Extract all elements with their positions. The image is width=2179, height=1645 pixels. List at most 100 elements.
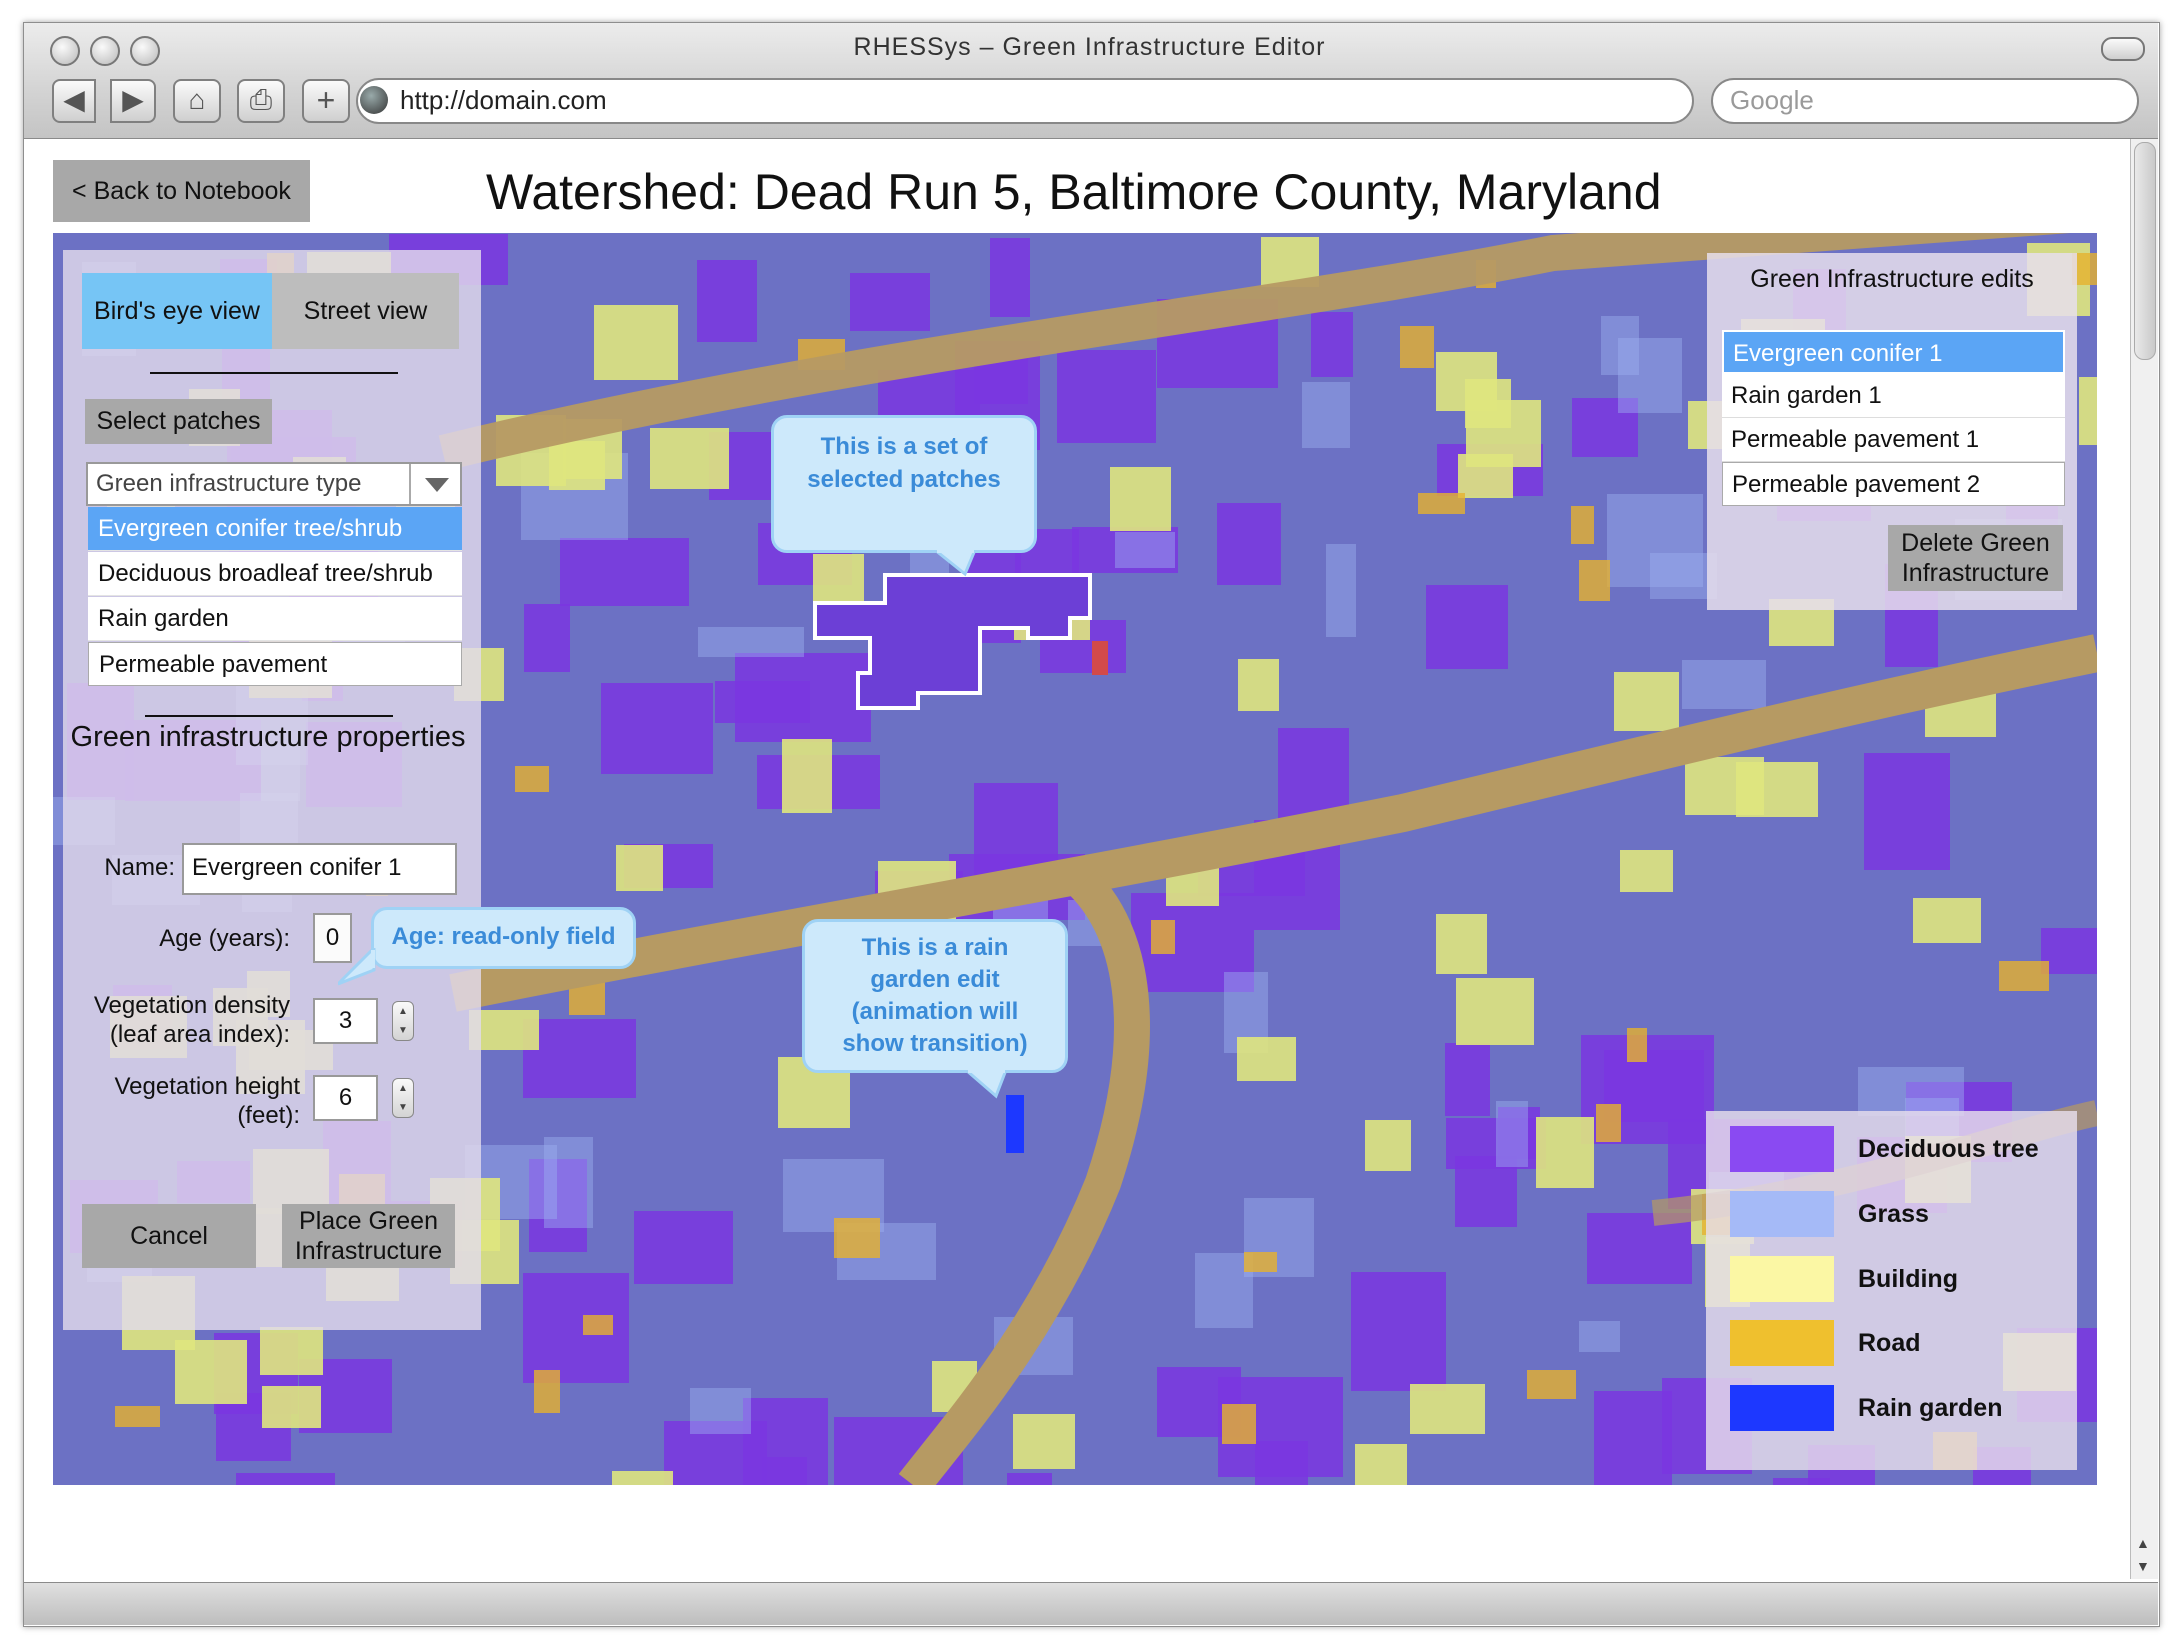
road-patch bbox=[1579, 560, 1610, 601]
print-icon[interactable]: ⎙ bbox=[237, 79, 285, 123]
grass-patch bbox=[1302, 382, 1350, 448]
cancel-button[interactable]: Cancel bbox=[82, 1204, 256, 1268]
globe-icon bbox=[360, 86, 388, 114]
building-patch bbox=[1410, 1384, 1485, 1434]
road-patch bbox=[834, 1218, 880, 1258]
gi-type-option[interactable]: Permeable pavement bbox=[88, 642, 462, 686]
building-patch bbox=[1355, 1444, 1407, 1485]
scroll-up-arrow-icon[interactable]: ▲ bbox=[2136, 1535, 2150, 1551]
deciduous-tree-patch bbox=[524, 604, 570, 672]
legend-swatch-rain-garden bbox=[1730, 1385, 1834, 1431]
deciduous-tree-patch bbox=[1311, 312, 1353, 377]
name-field[interactable]: Evergreen conifer 1 bbox=[182, 843, 457, 895]
deciduous-tree-patch bbox=[560, 538, 689, 606]
deciduous-tree-patch bbox=[1426, 585, 1508, 669]
edits-title: Green Infrastructure edits bbox=[1750, 265, 2034, 293]
legend-label: Rain garden bbox=[1858, 1394, 2003, 1422]
grass-patch bbox=[698, 627, 804, 657]
deciduous-tree-patch bbox=[1587, 1213, 1692, 1284]
density-field[interactable]: 3 bbox=[313, 998, 378, 1044]
grass-patch bbox=[1618, 338, 1682, 413]
deciduous-tree-patch bbox=[523, 1273, 629, 1383]
grass-patch bbox=[1115, 532, 1175, 568]
road-patch bbox=[534, 1370, 560, 1413]
callout-tail bbox=[935, 550, 977, 577]
deciduous-tree-patch bbox=[601, 683, 713, 774]
grass-patch bbox=[1579, 1321, 1620, 1352]
legend-label: Road bbox=[1858, 1329, 1921, 1357]
delete-green-infrastructure-button[interactable]: Delete Green Infrastructure bbox=[1888, 525, 2063, 591]
building-patch bbox=[1365, 1120, 1411, 1171]
building-patch bbox=[175, 1340, 247, 1404]
status-bar bbox=[24, 1582, 2158, 1625]
tab-birds-eye-view[interactable]: Bird's eye view bbox=[82, 273, 272, 349]
age-label: Age (years): bbox=[159, 925, 290, 952]
road-patch bbox=[1244, 1252, 1277, 1272]
legend-swatch-deciduous-tree bbox=[1730, 1126, 1834, 1172]
road-patch bbox=[1151, 920, 1175, 954]
deciduous-tree-patch bbox=[762, 1457, 807, 1485]
deciduous-tree-patch bbox=[850, 273, 930, 331]
legend-swatch-road bbox=[1730, 1320, 1834, 1366]
rain-garden-patch[interactable] bbox=[1006, 1095, 1024, 1153]
height-field[interactable]: 6 bbox=[313, 1075, 378, 1121]
edit-list-item[interactable]: Permeable pavement 1 bbox=[1722, 418, 2065, 462]
building-patch bbox=[1436, 914, 1487, 974]
grass-patch bbox=[690, 1388, 751, 1434]
back-arrow-icon[interactable]: ◀ bbox=[52, 79, 96, 123]
deciduous-tree-patch bbox=[523, 1019, 636, 1098]
age-callout: Age: read-only field bbox=[371, 907, 636, 969]
deciduous-tree-patch bbox=[1351, 1272, 1446, 1391]
density-stepper[interactable]: ▲ ▼ bbox=[392, 1001, 414, 1041]
building-patch bbox=[594, 305, 678, 380]
road-patch bbox=[515, 766, 549, 792]
deciduous-tree-patch bbox=[1007, 1473, 1052, 1485]
legend-label: Deciduous tree bbox=[1858, 1135, 2039, 1163]
scrollbar-thumb[interactable] bbox=[2134, 142, 2156, 360]
road-patch bbox=[1999, 961, 2049, 991]
deciduous-tree-patch bbox=[1864, 753, 1950, 870]
building-patch bbox=[1013, 1414, 1075, 1469]
building-patch bbox=[260, 1327, 323, 1375]
building-patch bbox=[262, 1386, 321, 1428]
height-stepper[interactable]: ▲ ▼ bbox=[392, 1078, 414, 1118]
home-icon[interactable]: ⌂ bbox=[173, 79, 221, 123]
edit-list-item[interactable]: Rain garden 1 bbox=[1722, 374, 2065, 418]
properties-title: Green infrastructure properties bbox=[70, 721, 466, 753]
forward-arrow-icon[interactable]: ▶ bbox=[110, 79, 156, 123]
deciduous-tree-patch bbox=[236, 1473, 335, 1485]
rain-garden-callout: This is a rain garden edit (animation wi… bbox=[802, 919, 1068, 1073]
road-patch bbox=[583, 1315, 613, 1335]
gi-type-option[interactable]: Evergreen conifer tree/shrub bbox=[88, 507, 462, 551]
deciduous-tree-patch bbox=[1057, 350, 1156, 443]
density-label: Vegetation density (leaf area index): bbox=[93, 992, 290, 1048]
building-patch bbox=[612, 1471, 673, 1485]
edit-list-item[interactable]: Permeable pavement 2 bbox=[1722, 462, 2065, 506]
url-text[interactable]: http://domain.com bbox=[400, 85, 607, 116]
grass-patch bbox=[1326, 544, 1356, 637]
chevron-down-icon[interactable] bbox=[409, 464, 462, 504]
add-bookmark-icon[interactable]: + bbox=[302, 79, 350, 123]
legend-label: Grass bbox=[1858, 1200, 1929, 1228]
toolbar-toggle-icon[interactable] bbox=[2101, 37, 2145, 61]
back-to-notebook-button[interactable]: < Back to Notebook bbox=[53, 160, 310, 222]
selected-patch-marker bbox=[1092, 641, 1108, 675]
tab-street-view[interactable]: Street view bbox=[272, 273, 459, 349]
building-patch bbox=[1913, 898, 1981, 943]
edit-list-item[interactable]: Evergreen conifer 1 bbox=[1722, 330, 2065, 374]
select-patches-button[interactable]: Select patches bbox=[85, 399, 272, 444]
legend-swatch-building bbox=[1730, 1256, 1834, 1302]
place-green-infrastructure-button[interactable]: Place Green Infrastructure bbox=[282, 1204, 455, 1268]
grass-patch bbox=[1607, 494, 1703, 587]
building-patch bbox=[650, 428, 729, 489]
road-patch bbox=[1418, 493, 1465, 514]
building-patch bbox=[616, 845, 663, 891]
scroll-down-arrow-icon[interactable]: ▼ bbox=[2136, 1558, 2150, 1574]
road-patch bbox=[1222, 1404, 1256, 1444]
gi-type-option[interactable]: Rain garden bbox=[88, 597, 462, 641]
search-input[interactable]: Google bbox=[1730, 85, 1814, 116]
deciduous-tree-patch bbox=[634, 1211, 733, 1284]
name-label: Name: bbox=[104, 854, 175, 881]
gi-type-option[interactable]: Deciduous broadleaf tree/shrub bbox=[88, 552, 462, 596]
road-patch bbox=[1527, 1370, 1576, 1399]
